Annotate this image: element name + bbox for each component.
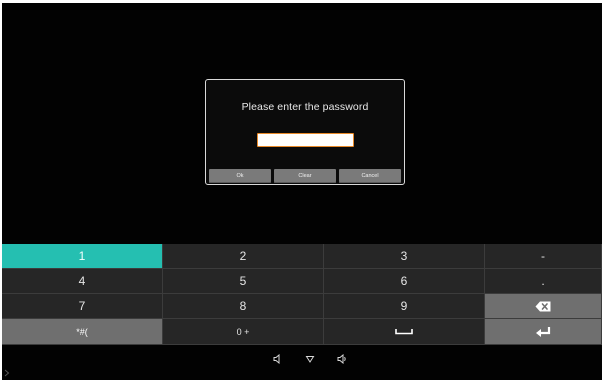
volume-up-icon[interactable]	[336, 351, 348, 365]
password-input[interactable]	[257, 133, 354, 147]
key-2[interactable]: 2	[163, 244, 324, 269]
enter-key[interactable]	[485, 319, 602, 345]
space-icon	[395, 328, 413, 335]
cancel-button[interactable]: Cancel	[339, 169, 401, 183]
backspace-key[interactable]	[485, 294, 602, 319]
key-6[interactable]: 6	[324, 269, 485, 294]
nav-icons	[272, 351, 348, 365]
backspace-icon	[535, 301, 551, 312]
key-5[interactable]: 5	[163, 269, 324, 294]
system-nav-bar	[2, 346, 602, 380]
clear-button[interactable]: Clear	[274, 169, 336, 183]
key-7[interactable]: 7	[2, 294, 163, 319]
dialog-title: Please enter the password	[241, 101, 369, 113]
password-dialog: Please enter the password Ok Clear Cance…	[205, 79, 405, 185]
key-period[interactable]: .	[485, 269, 602, 294]
key-8[interactable]: 8	[163, 294, 324, 319]
dialog-button-row: Ok Clear Cancel	[209, 169, 401, 183]
back-icon[interactable]	[304, 351, 316, 363]
key-3[interactable]: 3	[324, 244, 485, 269]
key-4[interactable]: 4	[2, 269, 163, 294]
enter-icon	[535, 326, 551, 338]
volume-down-icon[interactable]	[272, 351, 284, 365]
key-symbols[interactable]: *#(	[2, 319, 163, 345]
ok-button[interactable]: Ok	[209, 169, 271, 183]
space-key[interactable]	[324, 319, 485, 345]
key-dash[interactable]: -	[485, 244, 602, 269]
key-9[interactable]: 9	[324, 294, 485, 319]
key-1[interactable]: 1	[2, 244, 163, 269]
screen: Please enter the password Ok Clear Cance…	[2, 3, 602, 380]
signal-icon	[4, 364, 10, 377]
numeric-keyboard: 1 2 3 - 4 5 6 . 7 8 9 *#( 0 +	[2, 244, 602, 345]
key-0-plus[interactable]: 0 +	[163, 319, 324, 345]
